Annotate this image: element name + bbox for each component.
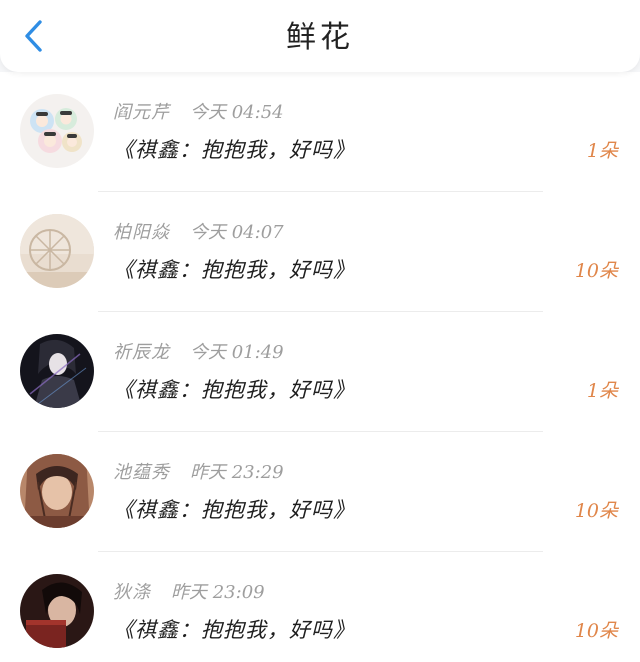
timestamp: 今天 04:54 (190, 102, 284, 123)
top-bar: 鲜花 (0, 0, 640, 72)
message-text: 《祺鑫：抱抱我，好吗》 (113, 138, 355, 162)
message-text: 《祺鑫：抱抱我，好吗》 (113, 378, 355, 402)
flower-count[interactable]: 10朵 (575, 496, 618, 526)
sender-name: 柏阳焱 (113, 222, 170, 243)
avatar[interactable] (20, 454, 94, 528)
flower-count[interactable]: 10朵 (575, 256, 618, 286)
list-item[interactable]: 阎元芹 今天 04:54 《祺鑫：抱抱我，好吗》 1朵 (0, 72, 640, 192)
timestamp: 今天 04:07 (190, 222, 284, 243)
message-text: 《祺鑫：抱抱我，好吗》 (113, 618, 355, 642)
sender-name: 阎元芹 (113, 102, 170, 123)
item-meta: 柏阳焱 今天 04:07 (113, 218, 284, 244)
timestamp: 今天 01:49 (190, 342, 284, 363)
sender-name: 狄涤 (113, 582, 151, 603)
list-item[interactable]: 祈辰龙 今天 01:49 《祺鑫：抱抱我，好吗》 1朵 (0, 312, 640, 432)
page-title: 鲜花 (286, 20, 354, 55)
item-meta: 祈辰龙 今天 01:49 (113, 338, 284, 364)
sender-name: 池蕴秀 (113, 462, 170, 483)
flower-count[interactable]: 1朵 (587, 376, 618, 406)
avatar[interactable] (20, 334, 94, 408)
item-meta: 狄涤 昨天 23:09 (113, 578, 265, 604)
avatar[interactable] (20, 94, 94, 168)
gift-list: 阎元芹 今天 04:54 《祺鑫：抱抱我，好吗》 1朵 柏阳焱 今天 04:07… (0, 72, 640, 662)
sender-name: 祈辰龙 (113, 342, 170, 363)
flower-count[interactable]: 10朵 (575, 616, 618, 646)
item-meta: 池蕴秀 昨天 23:29 (113, 458, 284, 484)
avatar[interactable] (20, 574, 94, 648)
timestamp: 昨天 23:09 (171, 582, 265, 603)
item-meta: 阎元芹 今天 04:54 (113, 98, 284, 124)
message-text: 《祺鑫：抱抱我，好吗》 (113, 258, 355, 282)
avatar[interactable] (20, 214, 94, 288)
flower-count[interactable]: 1朵 (587, 136, 618, 166)
flowers-page: 鲜花 阎元芹 今天 04:54 《祺鑫：抱抱我，好吗》 1朵 柏阳焱 今天 04… (0, 0, 640, 662)
list-item[interactable]: 池蕴秀 昨天 23:29 《祺鑫：抱抱我，好吗》 10朵 (0, 432, 640, 552)
timestamp: 昨天 23:29 (190, 462, 284, 483)
message-text: 《祺鑫：抱抱我，好吗》 (113, 498, 355, 522)
list-item[interactable]: 狄涤 昨天 23:09 《祺鑫：抱抱我，好吗》 10朵 (0, 552, 640, 662)
list-item[interactable]: 柏阳焱 今天 04:07 《祺鑫：抱抱我，好吗》 10朵 (0, 192, 640, 312)
